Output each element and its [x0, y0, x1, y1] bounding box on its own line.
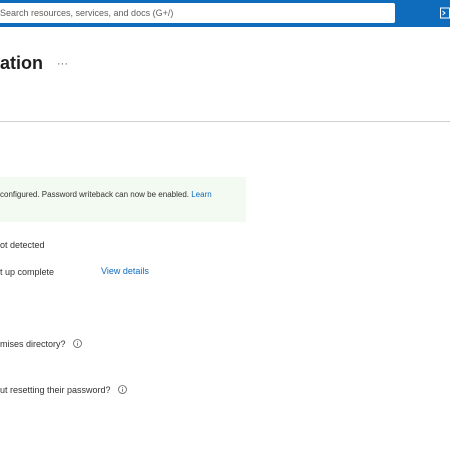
- banner-message: configured. Password writeback can now b…: [0, 190, 212, 199]
- status-line-2: t up complete: [0, 267, 55, 277]
- top-bar: [0, 0, 450, 27]
- info-icon[interactable]: [73, 339, 82, 348]
- cloud-shell-icon[interactable]: [440, 7, 450, 19]
- question-1-label: mises directory?: [0, 339, 66, 349]
- question-2: ut resetting their password?: [0, 385, 127, 395]
- learn-more-link[interactable]: Learn: [191, 190, 211, 199]
- header-divider: [0, 121, 450, 122]
- info-icon[interactable]: [118, 385, 127, 394]
- status-line-1: ot detected: [0, 240, 45, 250]
- more-options-icon[interactable]: ···: [57, 58, 68, 70]
- question-1: mises directory?: [0, 339, 82, 349]
- page-title: ation: [0, 53, 43, 73]
- global-search[interactable]: [0, 3, 395, 23]
- success-banner: configured. Password writeback can now b…: [0, 177, 246, 222]
- search-input[interactable]: [0, 3, 395, 23]
- banner-text: configured. Password writeback can now b…: [0, 190, 192, 199]
- question-2-label: ut resetting their password?: [0, 385, 111, 395]
- page: ation ··· configured. Password writeback…: [0, 0, 450, 450]
- view-details-link[interactable]: View details: [101, 266, 149, 276]
